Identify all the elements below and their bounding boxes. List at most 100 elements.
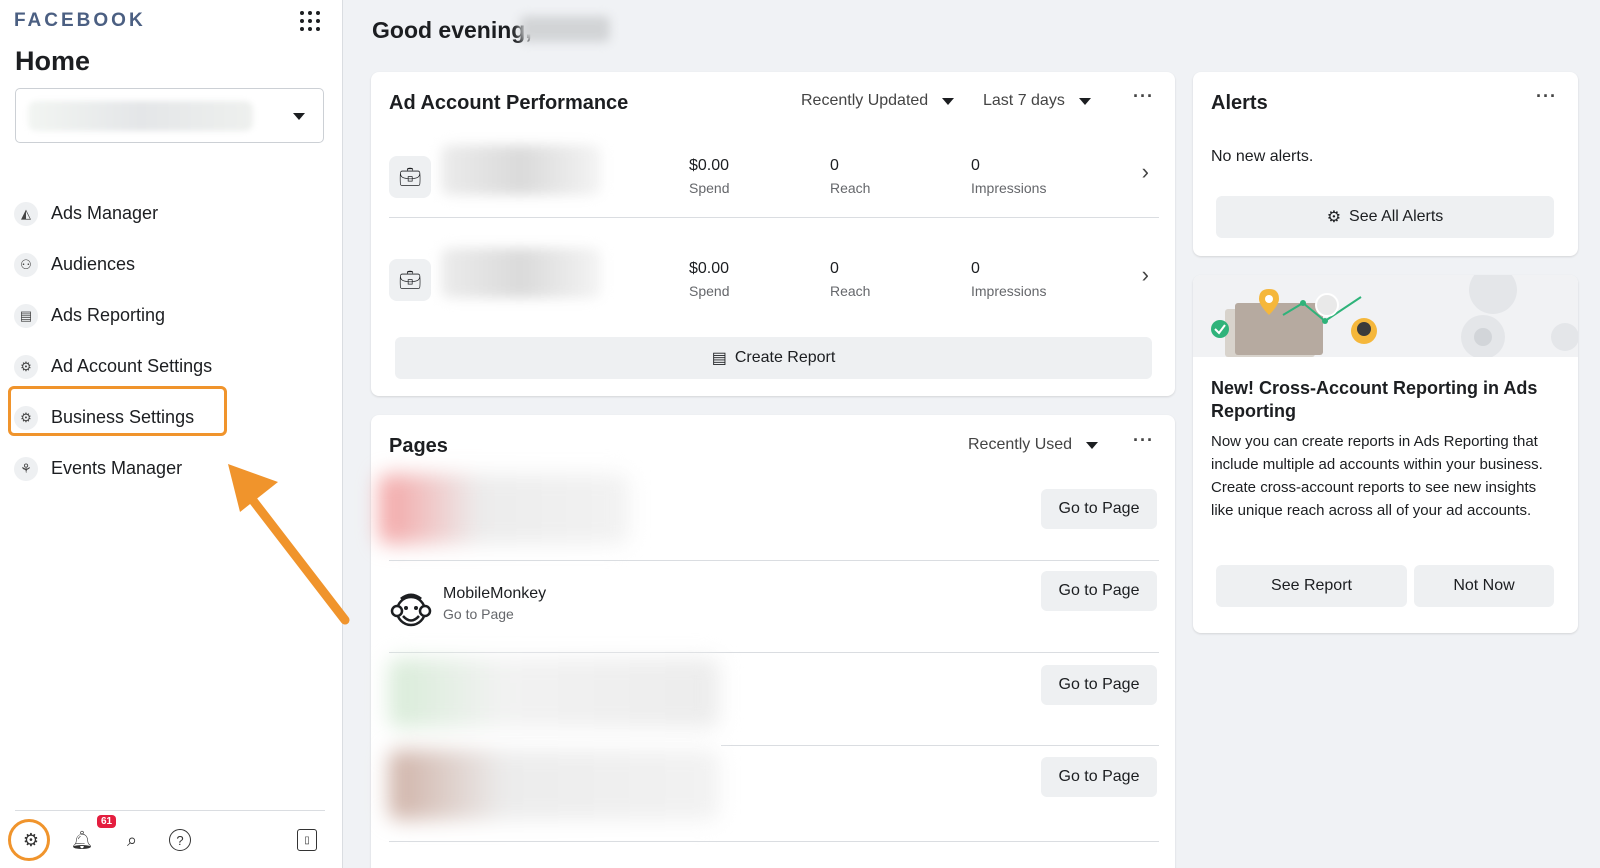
chevron-down-icon xyxy=(1078,97,1091,105)
reach-label: Reach xyxy=(830,283,871,299)
gear-icon: ⚙ xyxy=(1326,209,1342,226)
notifications-bell-icon[interactable]: 🔔︎ xyxy=(69,827,95,853)
chevron-right-icon[interactable]: › xyxy=(1142,262,1149,288)
card-title: Ad Account Performance xyxy=(389,92,629,114)
spend-metric: $0.00 Spend xyxy=(689,157,729,196)
sidebar-item-label: Audiences xyxy=(51,254,136,274)
page-title: Home xyxy=(15,46,91,76)
ad-account-settings-icon: ⚙ xyxy=(14,354,38,379)
go-to-page-button[interactable]: Go to Page xyxy=(1041,571,1157,611)
impressions-value: 0 xyxy=(971,260,980,277)
business-settings-highlight xyxy=(8,386,227,436)
search-icon[interactable]: ⌕ xyxy=(119,827,145,853)
brand-logo[interactable]: FACEBOOK xyxy=(14,10,146,32)
impressions-label: Impressions xyxy=(971,180,1047,196)
ad-account-performance-card: Ad Account Performance Recently Updated … xyxy=(371,72,1175,396)
page-row: Go to Page xyxy=(379,653,1157,747)
events-manager-icon: ⚘ xyxy=(14,456,38,481)
reach-metric: 0 Reach xyxy=(830,157,870,196)
not-now-button[interactable]: Not Now xyxy=(1414,565,1554,607)
page-subtitle[interactable]: Go to Page xyxy=(443,606,514,622)
go-to-page-label: Go to Page xyxy=(1058,582,1140,599)
see-report-button[interactable]: See Report xyxy=(1216,565,1407,607)
audiences-icon: ⚇ xyxy=(14,252,38,277)
chevron-down-icon xyxy=(293,113,305,120)
ad-account-row[interactable]: 💼︎ $0.00 Spend 0 Reach 0 Impressions › xyxy=(389,137,1159,237)
promo-illustration xyxy=(1193,275,1578,357)
report-icon: ▤ xyxy=(711,350,727,367)
more-options-icon[interactable]: ··· xyxy=(1133,430,1154,451)
chevron-down-icon xyxy=(1086,441,1099,449)
date-range-dropdown[interactable]: Last 7 days xyxy=(983,92,1091,110)
spend-metric: $0.00 Spend xyxy=(689,260,729,299)
sort-dropdown[interactable]: Recently Updated xyxy=(801,92,955,110)
annotation-arrow xyxy=(228,464,350,625)
impressions-metric: 0 Impressions xyxy=(971,260,1046,299)
sidebar-nav: ◭ Ads Manager ⚇ Audiences ▤ Ads Reportin… xyxy=(14,188,324,494)
more-options-icon[interactable]: ··· xyxy=(1133,86,1154,107)
create-report-button[interactable]: ▤ Create Report xyxy=(395,337,1152,379)
briefcase-icon: 💼︎ xyxy=(389,156,431,198)
sidebar-item-label: Events Manager xyxy=(51,458,183,478)
impressions-label: Impressions xyxy=(971,283,1047,299)
chevron-right-icon[interactable]: › xyxy=(1142,159,1149,185)
sidebar-item-ad-account-settings[interactable]: ⚙ Ad Account Settings xyxy=(14,341,324,392)
notification-count-badge: 61 xyxy=(97,815,117,828)
ad-account-row[interactable]: 💼︎ $0.00 Spend 0 Reach 0 Impressions › xyxy=(389,240,1159,340)
apps-grid-icon[interactable] xyxy=(300,11,320,31)
go-to-page-button[interactable]: Go to Page xyxy=(1041,665,1157,705)
user-name-redacted xyxy=(520,16,610,42)
page-row: Go to Page xyxy=(379,745,1157,839)
more-options-icon[interactable]: ··· xyxy=(1536,86,1557,107)
page-row: MobileMonkey Go to Page Go to Page xyxy=(379,561,1157,655)
pages-sort-dropdown[interactable]: Recently Used xyxy=(968,436,1099,454)
go-to-page-label: Go to Page xyxy=(1058,768,1140,785)
help-icon[interactable]: ? xyxy=(169,829,191,851)
mobilemonkey-avatar xyxy=(390,593,432,627)
spend-value: $0.00 xyxy=(689,157,730,174)
toggle-sidebar-icon[interactable]: ▯ xyxy=(297,829,317,851)
promo-headline: New! Cross-Account Reporting in Ads Repo… xyxy=(1211,378,1538,421)
briefcase-icon: 💼︎ xyxy=(389,259,431,301)
ad-account-name-redacted xyxy=(441,145,601,195)
greeting: Good evening, xyxy=(372,17,532,43)
see-report-label: See Report xyxy=(1271,577,1352,594)
pages-sort-label: Recently Used xyxy=(968,436,1073,453)
sidebar-item-label: Ad Account Settings xyxy=(51,356,213,376)
chevron-down-icon xyxy=(942,97,955,105)
sidebar: FACEBOOK Home ◭ Ads Manager ⚇ Audiences … xyxy=(0,0,343,868)
impressions-metric: 0 Impressions xyxy=(971,157,1046,196)
sidebar-item-ads-reporting[interactable]: ▤ Ads Reporting xyxy=(14,290,324,341)
reach-value: 0 xyxy=(830,157,839,174)
alerts-card: Alerts ··· No new alerts. ⚙ See All Aler… xyxy=(1193,72,1578,256)
card-title: Pages xyxy=(389,435,448,457)
go-to-page-button[interactable]: Go to Page xyxy=(1041,489,1157,529)
page-name-redacted xyxy=(389,750,719,820)
promo-body: Now you can create reports in Ads Report… xyxy=(1211,433,1543,519)
impressions-value: 0 xyxy=(971,157,980,174)
sidebar-item-label: Ads Manager xyxy=(51,203,159,223)
page-name-redacted xyxy=(389,658,719,728)
cross-account-reporting-promo: New! Cross-Account Reporting in Ads Repo… xyxy=(1193,275,1578,633)
no-alerts-text: No new alerts. xyxy=(1211,148,1314,165)
page-name-redacted xyxy=(379,474,629,544)
reach-value: 0 xyxy=(830,260,839,277)
create-report-label: Create Report xyxy=(734,349,836,366)
spend-value: $0.00 xyxy=(689,260,730,277)
reach-label: Reach xyxy=(830,180,871,196)
go-to-page-button[interactable]: Go to Page xyxy=(1041,757,1157,797)
settings-gear-icon[interactable]: ⚙ xyxy=(18,827,44,853)
row-divider xyxy=(389,841,1159,842)
sidebar-item-ads-manager[interactable]: ◭ Ads Manager xyxy=(14,188,324,239)
account-name-redacted xyxy=(28,101,253,131)
ads-reporting-icon: ▤ xyxy=(14,303,38,328)
ads-manager-icon: ◭ xyxy=(14,201,38,226)
sidebar-bottom-toolbar: ⚙ 🔔︎ 61 ⌕ ? ▯ xyxy=(8,810,325,868)
go-to-page-label: Go to Page xyxy=(1058,676,1140,693)
page-name[interactable]: MobileMonkey xyxy=(443,585,546,603)
see-all-alerts-button[interactable]: ⚙ See All Alerts xyxy=(1216,196,1554,238)
sidebar-item-audiences[interactable]: ⚇ Audiences xyxy=(14,239,324,290)
page-row: Go to Page xyxy=(379,469,1157,563)
business-account-select[interactable] xyxy=(15,88,324,143)
reach-metric: 0 Reach xyxy=(830,260,870,299)
